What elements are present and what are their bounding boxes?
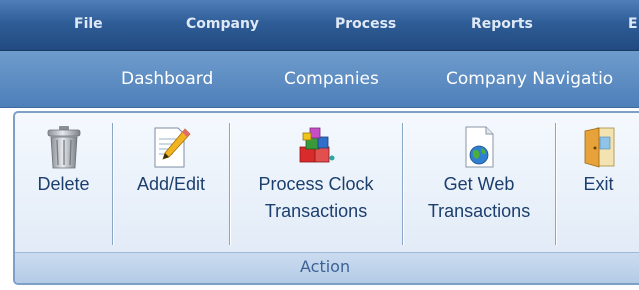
exit-button[interactable]: Exit bbox=[556, 113, 639, 253]
nav-company-navigation[interactable]: Company Navigatio bbox=[446, 51, 613, 107]
ribbon-group-bar: Action bbox=[15, 252, 639, 283]
exit-door-icon bbox=[584, 127, 614, 168]
ribbon-group-label: Action bbox=[300, 257, 351, 276]
process-clock-label: Process Clock Transactions bbox=[230, 171, 402, 225]
nav-dashboard[interactable]: Dashboard bbox=[121, 51, 213, 107]
process-clock-label-line1: Process Clock bbox=[258, 174, 374, 194]
add-edit-label-line1: Add/Edit bbox=[136, 174, 206, 194]
get-web-transactions-button[interactable]: Get Web Transactions bbox=[403, 113, 555, 253]
add-edit-button[interactable]: Add/Edit bbox=[115, 113, 227, 253]
process-blocks-icon bbox=[299, 127, 335, 163]
separator bbox=[112, 123, 113, 245]
delete-label-line1: Delete bbox=[37, 174, 90, 194]
process-clock-transactions-button[interactable]: Process Clock Transactions bbox=[230, 113, 402, 253]
nav-companies[interactable]: Companies bbox=[284, 51, 379, 107]
process-clock-label-line2: Transactions bbox=[264, 201, 368, 221]
menu-file[interactable]: File bbox=[74, 0, 103, 50]
delete-button[interactable]: Delete bbox=[15, 113, 112, 253]
menu-company[interactable]: Company bbox=[186, 0, 259, 50]
get-web-label-line1: Get Web bbox=[443, 174, 515, 194]
exit-label-line1: Exit bbox=[583, 174, 614, 194]
edit-document-icon bbox=[154, 127, 191, 168]
action-ribbon: Delete Add/Edit Process Clock Transactio… bbox=[13, 111, 639, 285]
menu-reports[interactable]: Reports bbox=[471, 0, 533, 50]
menu-process[interactable]: Process bbox=[335, 0, 396, 50]
menu-more[interactable]: E bbox=[628, 0, 638, 50]
main-menu-bar: File Company Process Reports E bbox=[0, 0, 639, 51]
get-web-label: Get Web Transactions bbox=[403, 171, 555, 225]
delete-label: Delete bbox=[15, 171, 112, 198]
web-document-icon bbox=[465, 126, 494, 168]
navigation-bar: Dashboard Companies Company Navigatio bbox=[0, 51, 639, 108]
exit-label: Exit bbox=[556, 171, 639, 198]
trash-icon bbox=[47, 126, 80, 169]
get-web-label-line2: Transactions bbox=[427, 201, 531, 221]
add-edit-label: Add/Edit bbox=[115, 171, 227, 198]
